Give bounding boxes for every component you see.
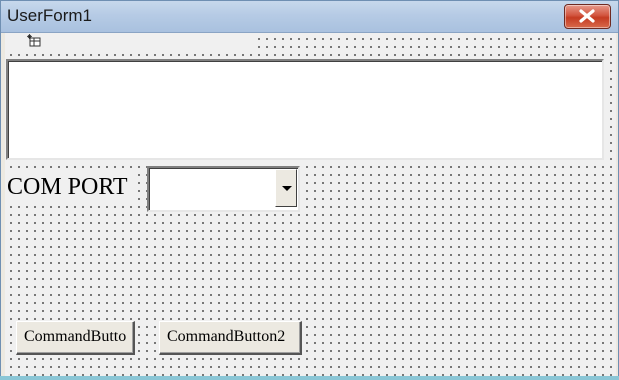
title-bar[interactable]: UserForm1 [1,1,618,33]
com-port-label: COM PORT [7,174,132,201]
close-icon [579,9,595,23]
form-toolbar-strip [5,33,255,49]
close-button[interactable] [564,4,611,29]
command-button-1[interactable]: CommandButto [16,321,135,355]
chevron-down-icon [282,186,292,191]
form-grid-icon [27,34,41,47]
output-textbox[interactable] [6,59,604,160]
bottom-edge [0,376,619,380]
com-port-dropdown-button[interactable] [275,169,297,207]
userform-window: UserForm1 COM PORT CommandButto CommandB… [0,0,619,380]
com-port-combobox[interactable] [147,166,300,212]
command-button-2[interactable]: CommandButton2 [159,321,302,355]
form-design-surface[interactable]: COM PORT CommandButto CommandButton2 [5,33,616,377]
window-title: UserForm1 [7,6,93,25]
